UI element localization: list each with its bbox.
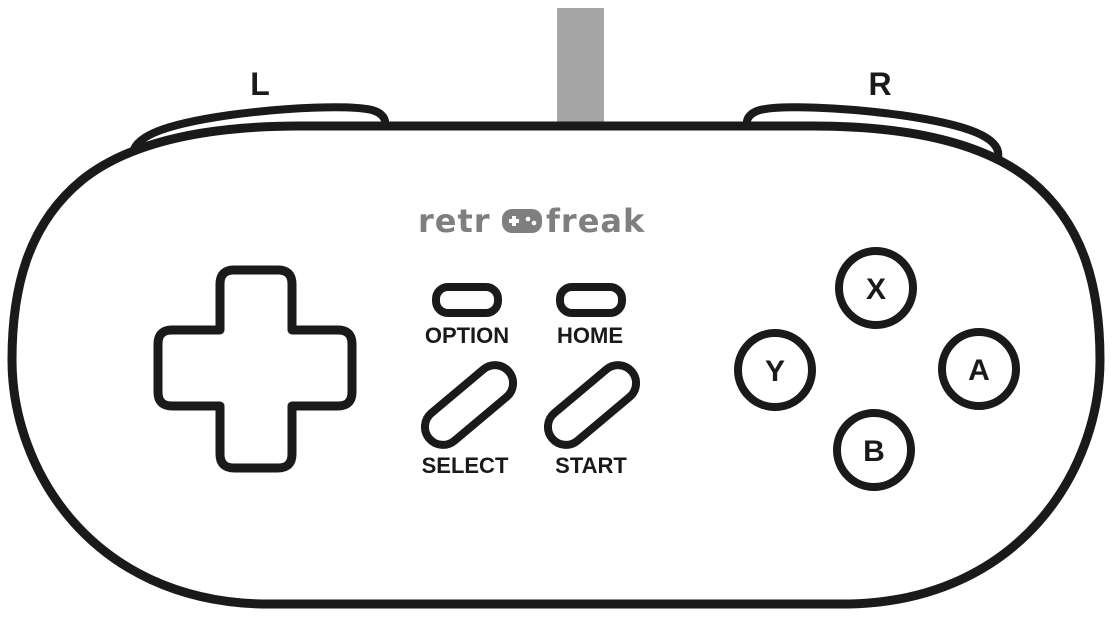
logo-text-part1: retr <box>418 202 491 240</box>
b-button[interactable]: B <box>833 409 915 491</box>
option-button[interactable] <box>432 283 502 317</box>
cable <box>557 8 604 128</box>
select-label: SELECT <box>422 453 509 478</box>
right-shoulder-label: R <box>868 66 891 102</box>
home-label: HOME <box>557 323 623 348</box>
home-button[interactable] <box>556 283 626 317</box>
y-button-label: Y <box>765 355 785 388</box>
b-button-label: B <box>863 435 885 468</box>
a-button-label: A <box>968 354 990 387</box>
x-button-label: X <box>866 273 886 306</box>
gamepad-icon <box>502 209 542 233</box>
option-label: OPTION <box>425 323 509 348</box>
controller-diagram: L R retr freak OPTION HOME SELECT START … <box>0 0 1112 618</box>
y-button[interactable]: Y <box>734 329 816 411</box>
start-label: START <box>555 453 627 478</box>
left-shoulder-label: L <box>250 66 270 102</box>
x-button[interactable]: X <box>835 247 917 329</box>
logo-text-part2: freak <box>546 202 645 240</box>
a-button[interactable]: A <box>938 328 1020 410</box>
controller-svg: L R retr freak OPTION HOME SELECT START … <box>7 8 1105 609</box>
